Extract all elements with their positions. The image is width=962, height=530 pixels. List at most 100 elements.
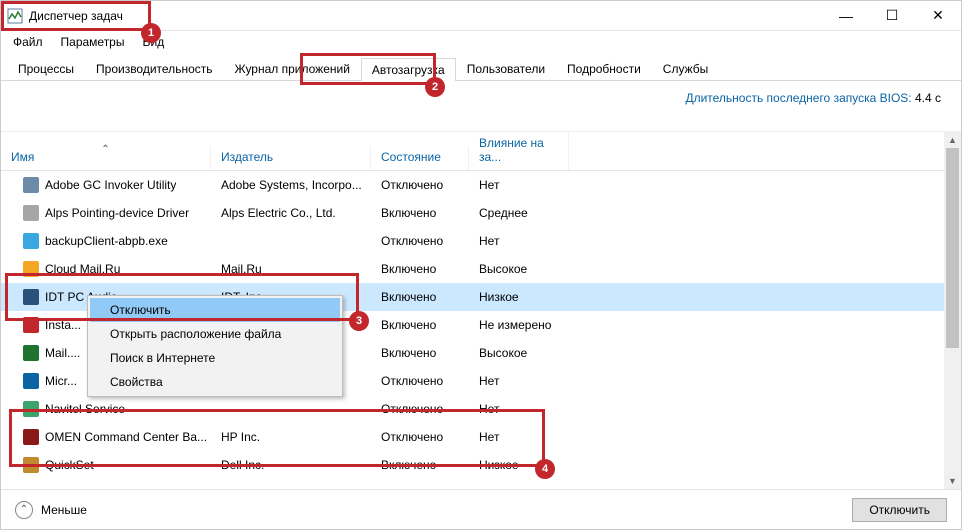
table-row[interactable]: Adobe GC Invoker Utility Adobe Systems, I… (1, 171, 944, 199)
app-icon (23, 429, 39, 445)
context-menu-item[interactable]: Свойства (90, 370, 340, 394)
cell-impact: Нет (469, 402, 569, 416)
cell-state: Отключено (371, 430, 469, 444)
app-name-text: backupClient-abpb.exe (45, 234, 168, 248)
cell-impact: Нет (469, 430, 569, 444)
cell-state: Отключено (371, 234, 469, 248)
menu-options[interactable]: Параметры (53, 33, 133, 51)
tab-users[interactable]: Пользователи (456, 57, 556, 80)
app-name-text: Mail.... (45, 346, 80, 360)
cell-name: Cloud Mail.Ru (1, 261, 211, 277)
column-name-label: Имя (11, 150, 34, 164)
table-row[interactable]: QuickSet Dell Inc.ВключеноНизкое (1, 451, 944, 479)
window-title: Диспетчер задач (29, 9, 123, 23)
bios-value: 4.4 с (915, 91, 941, 105)
close-button[interactable]: ✕ (915, 1, 961, 30)
app-icon (23, 177, 39, 193)
app-icon (23, 373, 39, 389)
cell-state: Включено (371, 346, 469, 360)
app-icon (23, 401, 39, 417)
table-row[interactable]: Navitel Service ОтключеноНет (1, 395, 944, 423)
cell-name: OMEN Command Center Ba... (1, 429, 211, 445)
cell-state: Включено (371, 290, 469, 304)
menu-bar: Файл Параметры Вид (1, 31, 961, 53)
cell-impact: Высокое (469, 346, 569, 360)
cell-state: Отключено (371, 402, 469, 416)
column-state[interactable]: Состояние (371, 146, 469, 170)
footer: ⌃ Меньше Отключить (1, 489, 961, 529)
table-row[interactable]: Alps Pointing-device Driver Alps Electric… (1, 199, 944, 227)
app-name-text: Insta... (45, 318, 81, 332)
context-menu: ОтключитьОткрыть расположение файлаПоиск… (87, 295, 343, 397)
cell-state: Включено (371, 458, 469, 472)
cell-impact: Нет (469, 234, 569, 248)
cell-impact: Нет (469, 178, 569, 192)
cell-impact: Высокое (469, 262, 569, 276)
cell-state: Включено (371, 262, 469, 276)
app-name-text: Adobe GC Invoker Utility (45, 178, 176, 192)
app-icon (23, 457, 39, 473)
context-menu-item[interactable]: Отключить (90, 298, 340, 322)
app-icon (23, 261, 39, 277)
tab-performance[interactable]: Производительность (85, 57, 223, 80)
cell-state: Включено (371, 206, 469, 220)
sort-ascending-icon: ⌃ (101, 144, 109, 155)
cell-name: Navitel Service (1, 401, 211, 417)
app-name-text: Micr... (45, 374, 77, 388)
tabs-bar: Процессы Производительность Журнал прило… (1, 57, 961, 81)
cell-state: Включено (371, 318, 469, 332)
maximize-button[interactable]: ☐ (869, 1, 915, 30)
context-menu-item[interactable]: Поиск в Интернете (90, 346, 340, 370)
fewer-details-button[interactable]: ⌃ Меньше (15, 501, 87, 519)
tab-details[interactable]: Подробности (556, 57, 652, 80)
cell-impact: Нет (469, 374, 569, 388)
app-name-text: Alps Pointing-device Driver (45, 206, 189, 220)
column-impact[interactable]: Влияние на за... (469, 132, 569, 170)
column-name[interactable]: ⌃ Имя (1, 146, 211, 170)
app-icon (23, 289, 39, 305)
app-name-text: QuickSet (45, 458, 94, 472)
cell-name: backupClient-abpb.exe (1, 233, 211, 249)
minimize-button[interactable]: — (823, 1, 869, 30)
cell-publisher: Alps Electric Co., Ltd. (211, 206, 371, 220)
tab-services[interactable]: Службы (652, 57, 719, 80)
cell-name: QuickSet (1, 457, 211, 473)
tab-startup[interactable]: Автозагрузка (361, 58, 456, 81)
title-bar: Диспетчер задач — ☐ ✕ (1, 1, 961, 31)
scroll-up-arrow-icon[interactable]: ▲ (944, 131, 961, 148)
app-name-text: Cloud Mail.Ru (45, 262, 120, 276)
cell-publisher: Mail.Ru (211, 262, 371, 276)
column-headers: ⌃ Имя Издатель Состояние Влияние на за..… (1, 131, 944, 171)
scroll-down-arrow-icon[interactable]: ▼ (944, 472, 961, 489)
tab-processes[interactable]: Процессы (7, 57, 85, 80)
tab-app-history[interactable]: Журнал приложений (224, 57, 361, 80)
cell-impact: Низкое (469, 458, 569, 472)
cell-state: Отключено (371, 374, 469, 388)
cell-name: Alps Pointing-device Driver (1, 205, 211, 221)
cell-publisher: HP Inc. (211, 430, 371, 444)
context-menu-item[interactable]: Открыть расположение файла (90, 322, 340, 346)
app-icon (23, 345, 39, 361)
cell-impact: Не измерено (469, 318, 569, 332)
cell-name: Adobe GC Invoker Utility (1, 177, 211, 193)
table-row[interactable]: Cloud Mail.Ru Mail.RuВключеноВысокое (1, 255, 944, 283)
app-name-text: Navitel Service (45, 402, 125, 416)
app-icon (23, 317, 39, 333)
fewer-label: Меньше (41, 503, 87, 517)
table-row[interactable]: backupClient-abpb.exe ОтключеноНет (1, 227, 944, 255)
bios-duration-line: Длительность последнего запуска BIOS: 4.… (1, 81, 961, 111)
vertical-scrollbar[interactable]: ▲ ▼ (944, 131, 961, 489)
disable-button[interactable]: Отключить (852, 498, 947, 522)
menu-file[interactable]: Файл (5, 33, 51, 51)
scroll-thumb[interactable] (946, 148, 959, 348)
table-row[interactable]: OMEN Command Center Ba... HP Inc.Отключен… (1, 423, 944, 451)
cell-impact: Среднее (469, 206, 569, 220)
cell-publisher: Adobe Systems, Incorpo... (211, 178, 371, 192)
cell-state: Отключено (371, 178, 469, 192)
menu-view[interactable]: Вид (134, 33, 172, 51)
app-name-text: OMEN Command Center Ba... (45, 430, 207, 444)
bios-label: Длительность последнего запуска BIOS: (685, 91, 911, 105)
column-publisher[interactable]: Издатель (211, 146, 371, 170)
cell-publisher: Dell Inc. (211, 458, 371, 472)
app-icon (23, 205, 39, 221)
